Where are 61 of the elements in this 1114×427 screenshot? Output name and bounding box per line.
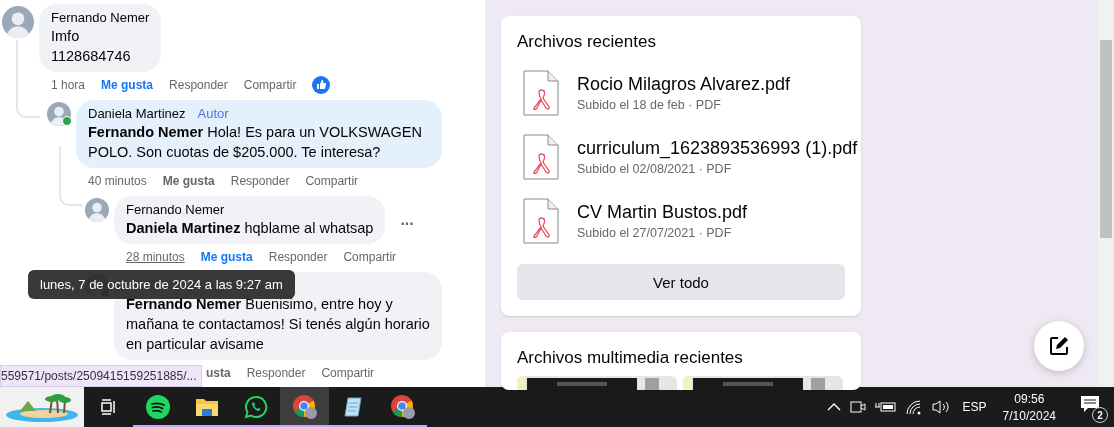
chat-bubble-icon	[243, 395, 268, 419]
author-name[interactable]: Daniela Martinez	[88, 106, 186, 122]
like-link[interactable]: Me gusta	[162, 174, 215, 188]
battery-icon[interactable]	[874, 400, 897, 414]
comment-text: 1128684746	[51, 47, 132, 66]
file-name[interactable]: Rocio Milagros Alvarez.pdf	[577, 74, 791, 95]
author-name[interactable]: Fernando Nemer	[126, 202, 225, 218]
sound-waves-icon	[145, 395, 170, 419]
comment-text: Imfo	[51, 27, 81, 46]
clock-time[interactable]: 09:56	[1014, 391, 1045, 406]
clock-date[interactable]: 7/10/2024	[1002, 408, 1056, 423]
like-link[interactable]: Me gusta	[200, 250, 253, 264]
speaker-icon[interactable]	[930, 399, 951, 415]
compose-button[interactable]	[1034, 321, 1084, 371]
card-title: Archivos recientes	[517, 32, 657, 52]
reply-link[interactable]: Responder	[268, 250, 328, 264]
card-title: Archivos multimedia recientes	[517, 348, 744, 368]
file-name[interactable]: CV Martin Bustos.pdf	[577, 202, 748, 223]
folder-icon	[194, 396, 219, 418]
like-link[interactable]: usta	[206, 366, 231, 380]
camera-icon[interactable]	[848, 399, 867, 415]
pdf-file-icon	[523, 70, 559, 116]
share-link[interactable]: Compartir	[321, 366, 375, 380]
timestamp-link[interactable]: 40 minutos	[88, 174, 147, 188]
browser-icon	[389, 394, 416, 420]
scrollbar[interactable]	[1098, 0, 1114, 387]
notification-count: 2	[1092, 407, 1108, 423]
file-meta: Subido el 18 de feb · PDF	[577, 98, 722, 112]
task-view-icon	[99, 398, 118, 416]
comment-text: Daniela Martinez hqblame al whatsap	[126, 219, 374, 238]
share-link[interactable]: Compartir	[343, 250, 397, 264]
file-meta: Subido el 27/07/2021 · PDF	[577, 226, 733, 240]
timestamp-link[interactable]: 28 minutos	[126, 250, 185, 264]
thread-line	[59, 146, 83, 206]
more-options-button[interactable]: ...	[400, 211, 414, 229]
file-name[interactable]: curriculum_1623893536993 (1).pdf	[577, 138, 858, 159]
share-link[interactable]: Compartir	[243, 78, 297, 92]
share-link[interactable]: Compartir	[305, 174, 359, 188]
reply-link[interactable]: Responder	[246, 366, 306, 380]
avatar[interactable]	[47, 102, 71, 126]
pdf-file-icon	[523, 134, 559, 180]
chevron-up-icon[interactable]	[826, 402, 841, 412]
date-tooltip: lunes, 7 de octubre de 2024 a las 9:27 am	[28, 270, 295, 299]
taskbar-app-button[interactable]	[280, 387, 329, 427]
island-icon[interactable]	[4, 391, 80, 423]
author-name[interactable]: Fernando Nemer	[51, 10, 150, 26]
author-label: Autor	[197, 106, 229, 122]
see-all-button[interactable]: Ver todo	[517, 264, 845, 300]
reply-link[interactable]: Responder	[169, 78, 228, 92]
like-link[interactable]: Me gusta	[101, 78, 154, 92]
file-meta: Subido el 02/08/2021 · PDF	[577, 162, 733, 176]
wifi-icon[interactable]	[904, 399, 923, 415]
browser-icon	[291, 394, 318, 420]
reply-link[interactable]: Responder	[230, 174, 290, 188]
like-reaction-icon[interactable]	[312, 76, 331, 94]
edit-icon	[1048, 335, 1070, 357]
language-indicator[interactable]: ESP	[962, 400, 987, 414]
link-status-bar: 559571/posts/2509415159251885/...	[0, 365, 202, 387]
pdf-file-icon	[523, 198, 559, 244]
comment-text: Fernando Nemer Hola! Es para un VOLKSWAGEN POLO. Son cuotas de $205.000. Te interesa?	[88, 123, 423, 162]
timestamp-link[interactable]: 1 hora	[51, 78, 86, 92]
